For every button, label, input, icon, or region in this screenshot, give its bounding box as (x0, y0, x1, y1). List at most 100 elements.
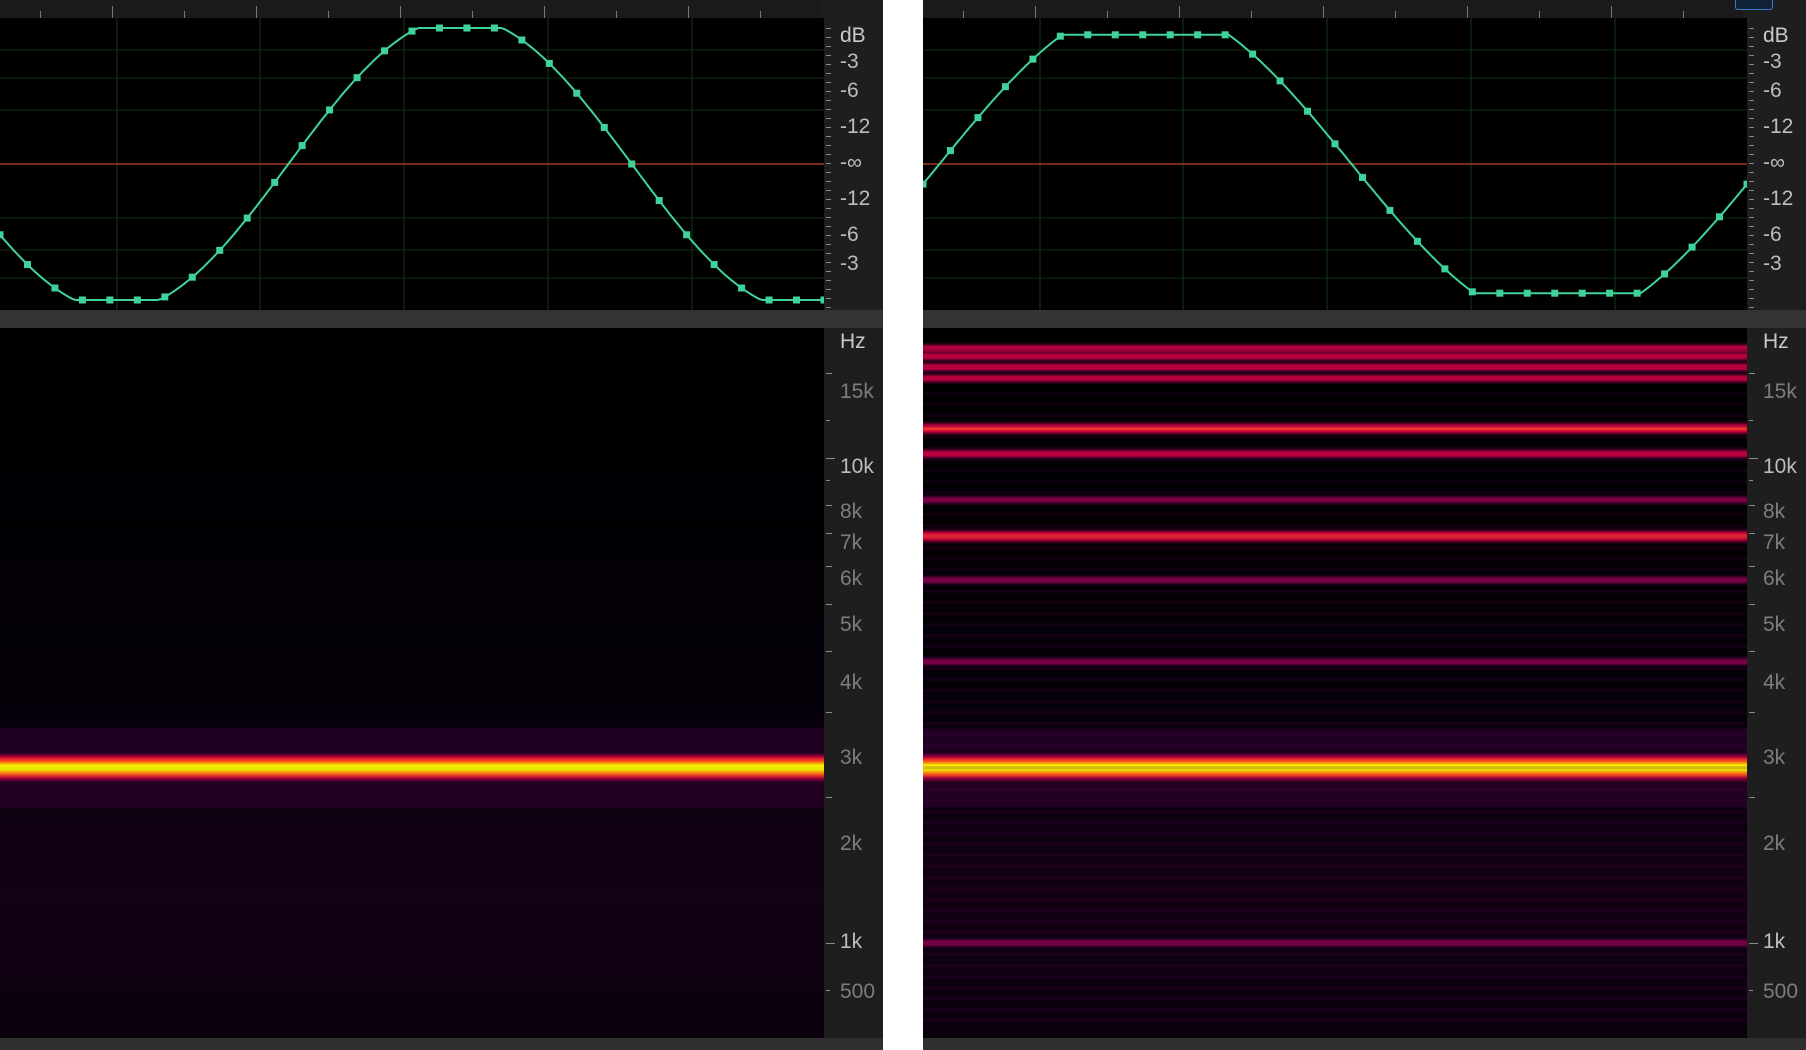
spectral-band (0, 752, 824, 783)
waveform-sample-point (1221, 31, 1229, 39)
ruler-tick (1107, 11, 1108, 18)
waveform-sample-point (1468, 288, 1476, 296)
ruler-tick (1323, 6, 1324, 18)
db-tick (1749, 262, 1754, 263)
waveform-sample-point (161, 293, 169, 301)
db-tick (826, 127, 831, 128)
ruler-tick (1611, 6, 1612, 18)
waveform-sample-point (353, 74, 361, 82)
spectral-texture (923, 975, 1747, 978)
hz-tick (826, 458, 835, 459)
spectral-texture (923, 403, 1747, 406)
ruler-tick (544, 6, 545, 18)
db-tick (1749, 298, 1754, 299)
ruler-tick (400, 6, 401, 18)
ruler-tick (1035, 6, 1036, 18)
waveform-sample-point (628, 160, 636, 168)
spectrogram-view[interactable] (0, 328, 824, 1038)
spectral-texture (923, 920, 1747, 923)
waveform-view[interactable] (0, 18, 824, 310)
db-tick (1749, 172, 1754, 173)
db-tick (826, 28, 831, 29)
waveform-sample-point (1056, 32, 1064, 40)
spectral-texture (923, 997, 1747, 1000)
zoom-button[interactable] (1735, 0, 1773, 10)
waveform-sample-point (1139, 31, 1147, 39)
db-tick (1749, 46, 1754, 47)
db-tick (826, 163, 831, 164)
hz-label: 8k (1763, 500, 1786, 523)
db-label: -12 (840, 115, 871, 138)
spectral-texture (923, 821, 1747, 824)
time-ruler[interactable] (923, 0, 1743, 19)
spectral-texture (923, 645, 1747, 648)
waveform-view[interactable] (923, 18, 1747, 310)
waveform-sample-point (78, 296, 86, 304)
db-tick (826, 244, 831, 245)
spectral-texture (923, 634, 1747, 637)
db-label: -6 (1763, 79, 1782, 102)
db-tick (1749, 64, 1754, 65)
waveform-sample-point (946, 147, 954, 155)
waveform-sample-point (216, 246, 224, 254)
db-tick (826, 280, 831, 281)
hz-tick (826, 565, 832, 567)
waveform-sample-point (545, 59, 553, 67)
spectral-texture (923, 601, 1747, 604)
db-tick (826, 172, 831, 173)
spectral-texture (923, 898, 1747, 901)
hz-tick (826, 797, 832, 798)
db-tick (1749, 217, 1754, 218)
hz-label: 500 (1763, 980, 1799, 1003)
spectral-band (923, 420, 1747, 437)
hz-label: 6k (840, 567, 863, 590)
spectral-texture (923, 568, 1747, 571)
spectral-texture (923, 425, 1747, 428)
hz-label: 15k (1763, 380, 1797, 403)
hz-tick (826, 651, 832, 652)
hz-label: 2k (1763, 832, 1786, 855)
spectral-texture (923, 711, 1747, 714)
hz-unit-label: Hz (1763, 330, 1789, 353)
spectrogram-graph (0, 328, 824, 1038)
waveform-sample-point (1084, 31, 1092, 39)
spectral-texture (923, 667, 1747, 670)
db-tick (1749, 118, 1754, 119)
hz-tick (1749, 651, 1755, 652)
hz-tick (826, 711, 832, 713)
hz-tick (1749, 603, 1755, 605)
spectral-texture (923, 502, 1747, 505)
db-tick (826, 91, 831, 92)
waveform-sample-point (463, 24, 471, 32)
hz-unit-label: Hz (840, 330, 866, 353)
db-tick (826, 100, 831, 101)
spectral-texture (923, 579, 1747, 582)
db-label: -3 (840, 50, 859, 73)
horizontal-scrollbar[interactable] (0, 1038, 883, 1050)
ruler-tick (184, 11, 185, 18)
db-tick (826, 64, 831, 65)
db-tick (1749, 28, 1754, 29)
horizontal-scrollbar[interactable] (923, 1038, 1806, 1050)
waveform-sample-point (974, 114, 982, 122)
editor-pane-right: dB -3 -6 -12 -∞ -12 -6 -3 Hz 15k 10k 8k … (923, 0, 1806, 1050)
waveform-sample-point (1716, 213, 1724, 221)
db-tick (1749, 109, 1754, 110)
panel-divider[interactable] (923, 310, 1806, 328)
db-label: -6 (840, 223, 859, 246)
spectrogram-view[interactable] (923, 328, 1747, 1038)
hz-tick (826, 372, 832, 374)
spectral-texture (923, 656, 1747, 659)
panel-divider[interactable] (0, 310, 883, 328)
spectral-texture (923, 733, 1747, 736)
ruler-tick (616, 11, 617, 18)
waveform-sample-point (1001, 83, 1009, 91)
db-tick (826, 154, 831, 155)
db-tick (826, 73, 831, 74)
time-ruler[interactable] (0, 0, 820, 19)
db-tick (1749, 244, 1754, 245)
ruler-tick (328, 11, 329, 18)
db-tick (1749, 181, 1754, 182)
hz-label: 500 (840, 980, 876, 1003)
db-tick (826, 289, 831, 290)
